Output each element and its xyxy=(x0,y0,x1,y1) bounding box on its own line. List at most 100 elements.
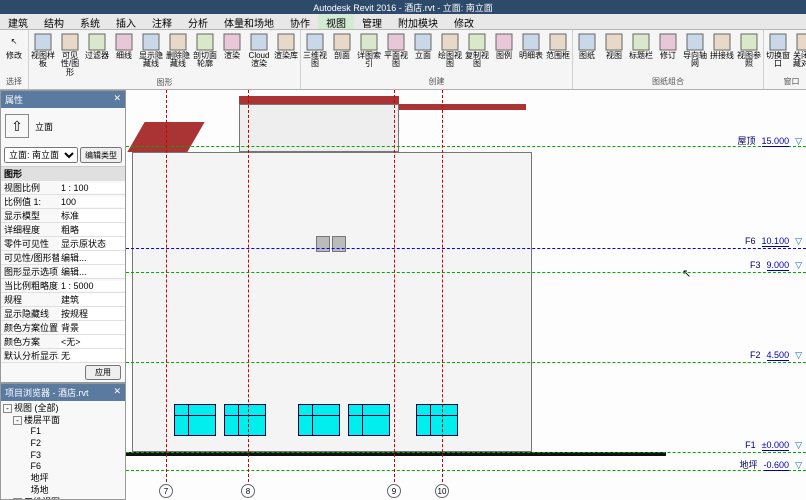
drawing-canvas[interactable]: ↖ 屋顶15.000▽F610.100▽F39.000▽F24.500▽F1±0… xyxy=(126,90,806,500)
tab-addins[interactable]: 附加模块 xyxy=(390,14,446,29)
tab-analyze[interactable]: 分析 xyxy=(180,14,216,29)
tree-node[interactable]: F2 xyxy=(3,438,123,450)
ribbon-剖面[interactable]: 剖面 xyxy=(330,32,354,76)
grid-bubble[interactable]: 9 xyxy=(387,484,401,498)
grid-line[interactable] xyxy=(248,90,249,482)
tree-node[interactable]: 场地 xyxy=(3,485,123,497)
ribbon-视图样板[interactable]: 视图样板 xyxy=(31,32,55,77)
ribbon-平面视图[interactable]: 平面视图 xyxy=(384,32,408,76)
tree-node[interactable]: F3 xyxy=(3,450,123,462)
prop-value[interactable]: 建筑 xyxy=(59,293,125,306)
tree-node[interactable]: F6 xyxy=(3,461,123,473)
tab-arch[interactable]: 建筑 xyxy=(0,14,36,29)
tree-toggle-icon[interactable]: - xyxy=(13,416,22,425)
tree-node[interactable]: -视图 (全部) xyxy=(3,403,123,415)
grid-bubble[interactable]: 8 xyxy=(241,484,255,498)
instance-selector[interactable]: 立面: 南立面 xyxy=(4,147,78,163)
grid-bubble[interactable]: 10 xyxy=(435,484,449,498)
window-element[interactable] xyxy=(174,404,216,436)
tree-node[interactable]: -三维视图 xyxy=(3,497,123,500)
grid-line[interactable] xyxy=(166,90,167,482)
prop-value[interactable]: 背景 xyxy=(59,321,125,334)
tab-systems[interactable]: 系统 xyxy=(72,14,108,29)
ribbon-剖切面轮廓[interactable]: 剖切面轮廓 xyxy=(193,32,217,77)
window-element[interactable] xyxy=(224,404,266,436)
tree-toggle-icon[interactable]: - xyxy=(3,404,12,413)
window-element[interactable] xyxy=(316,236,330,252)
ribbon-删除隐藏线[interactable]: 删除隐藏线 xyxy=(166,32,190,77)
ribbon-立面[interactable]: 立面 xyxy=(411,32,435,76)
ribbon-图例[interactable]: 图例 xyxy=(492,32,516,76)
prop-value[interactable]: 100 xyxy=(59,197,125,207)
ribbon-绘图视图[interactable]: 绘图视图 xyxy=(438,32,462,76)
tab-annotate[interactable]: 注释 xyxy=(144,14,180,29)
tab-massing[interactable]: 体量和场地 xyxy=(216,14,282,29)
ribbon-关闭隐藏对象[interactable]: 关闭隐藏对象 xyxy=(793,32,806,76)
level-label[interactable]: F1±0.000▽ xyxy=(745,440,802,451)
prop-value[interactable]: 按规程 xyxy=(59,307,125,320)
ribbon-渲染库[interactable]: 渲染库 xyxy=(274,32,298,77)
ribbon-Cloud 渲染[interactable]: Cloud 渲染 xyxy=(247,32,271,77)
level-line[interactable] xyxy=(126,470,806,471)
level-line[interactable] xyxy=(126,362,806,363)
level-line[interactable] xyxy=(126,452,806,453)
ribbon-范围框[interactable]: 范围框 xyxy=(546,32,570,76)
window-element[interactable] xyxy=(416,404,458,436)
ribbon-视图参照[interactable]: 视图参照 xyxy=(737,32,761,76)
ribbon-细线[interactable]: 细线 xyxy=(112,32,136,77)
prop-value[interactable]: <无> xyxy=(59,335,125,348)
prop-value[interactable]: 标准 xyxy=(59,209,125,222)
tab-collab[interactable]: 协作 xyxy=(282,14,318,29)
wall-element[interactable] xyxy=(239,104,399,152)
tree-node[interactable]: 地坪 xyxy=(3,473,123,485)
window-element[interactable] xyxy=(348,404,390,436)
tab-manage[interactable]: 管理 xyxy=(354,14,390,29)
ribbon-详图索引[interactable]: 详图索引 xyxy=(357,32,381,76)
grid-line[interactable] xyxy=(394,90,395,482)
tree-node[interactable]: F1 xyxy=(3,426,123,438)
apply-button[interactable]: 应用 xyxy=(85,365,121,380)
ribbon-视图[interactable]: 视图 xyxy=(602,32,626,76)
grid-bubble[interactable]: 7 xyxy=(159,484,173,498)
level-label[interactable]: 地坪-0.600▽ xyxy=(740,458,802,471)
window-element[interactable] xyxy=(332,236,346,252)
level-label[interactable]: F39.000▽ xyxy=(750,260,802,271)
roof-element[interactable] xyxy=(239,96,399,104)
ribbon-可见性/图形[interactable]: 可见性/图形 xyxy=(58,32,82,77)
prop-value[interactable]: 编辑... xyxy=(59,251,125,264)
grid-line[interactable] xyxy=(442,90,443,482)
ribbon-导向轴网[interactable]: 导向轴网 xyxy=(683,32,707,76)
ribbon-复制视图[interactable]: 复制视图 xyxy=(465,32,489,76)
elevation-type-icon[interactable]: ⇧ xyxy=(5,114,29,138)
close-icon[interactable]: ✕ xyxy=(113,386,121,399)
edit-type-button[interactable]: 编辑类型 xyxy=(80,147,122,163)
ribbon-切换窗口[interactable]: 切换窗口 xyxy=(766,32,790,76)
prop-value[interactable]: 无 xyxy=(59,349,125,362)
level-label[interactable]: 屋顶15.000▽ xyxy=(738,134,802,147)
prop-value[interactable]: 1 : 5000 xyxy=(59,281,125,291)
tab-modify[interactable]: 修改 xyxy=(446,14,482,29)
level-label[interactable]: F24.500▽ xyxy=(750,350,802,361)
tree-node[interactable]: -楼层平面 xyxy=(3,415,123,427)
ribbon-渲染[interactable]: 渲染 xyxy=(220,32,244,77)
tab-view[interactable]: 视图 xyxy=(318,14,354,29)
level-line[interactable] xyxy=(126,146,806,147)
ribbon-修订[interactable]: 修订 xyxy=(656,32,680,76)
level-label[interactable]: F610.100▽ xyxy=(745,236,802,247)
level-line[interactable] xyxy=(126,248,806,249)
prop-value[interactable]: 编辑... xyxy=(59,265,125,278)
close-icon[interactable]: ✕ xyxy=(113,93,121,106)
prop-value[interactable]: 1 : 100 xyxy=(59,183,125,193)
level-line[interactable] xyxy=(126,272,806,273)
window-element[interactable] xyxy=(298,404,340,436)
ribbon-拼接线[interactable]: 拼接线 xyxy=(710,32,734,76)
ribbon-过滤器[interactable]: 过滤器 xyxy=(85,32,109,77)
ribbon-三维视图[interactable]: 三维视图 xyxy=(303,32,327,76)
ribbon-图纸[interactable]: 图纸 xyxy=(575,32,599,76)
ribbon-标题栏[interactable]: 标题栏 xyxy=(629,32,653,76)
modify-tool[interactable]: ↖修改 xyxy=(2,32,26,76)
ribbon-明细表[interactable]: 明细表 xyxy=(519,32,543,76)
prop-value[interactable]: 显示原状态 xyxy=(59,237,125,250)
prop-value[interactable]: 粗略 xyxy=(59,223,125,236)
tab-struct[interactable]: 结构 xyxy=(36,14,72,29)
